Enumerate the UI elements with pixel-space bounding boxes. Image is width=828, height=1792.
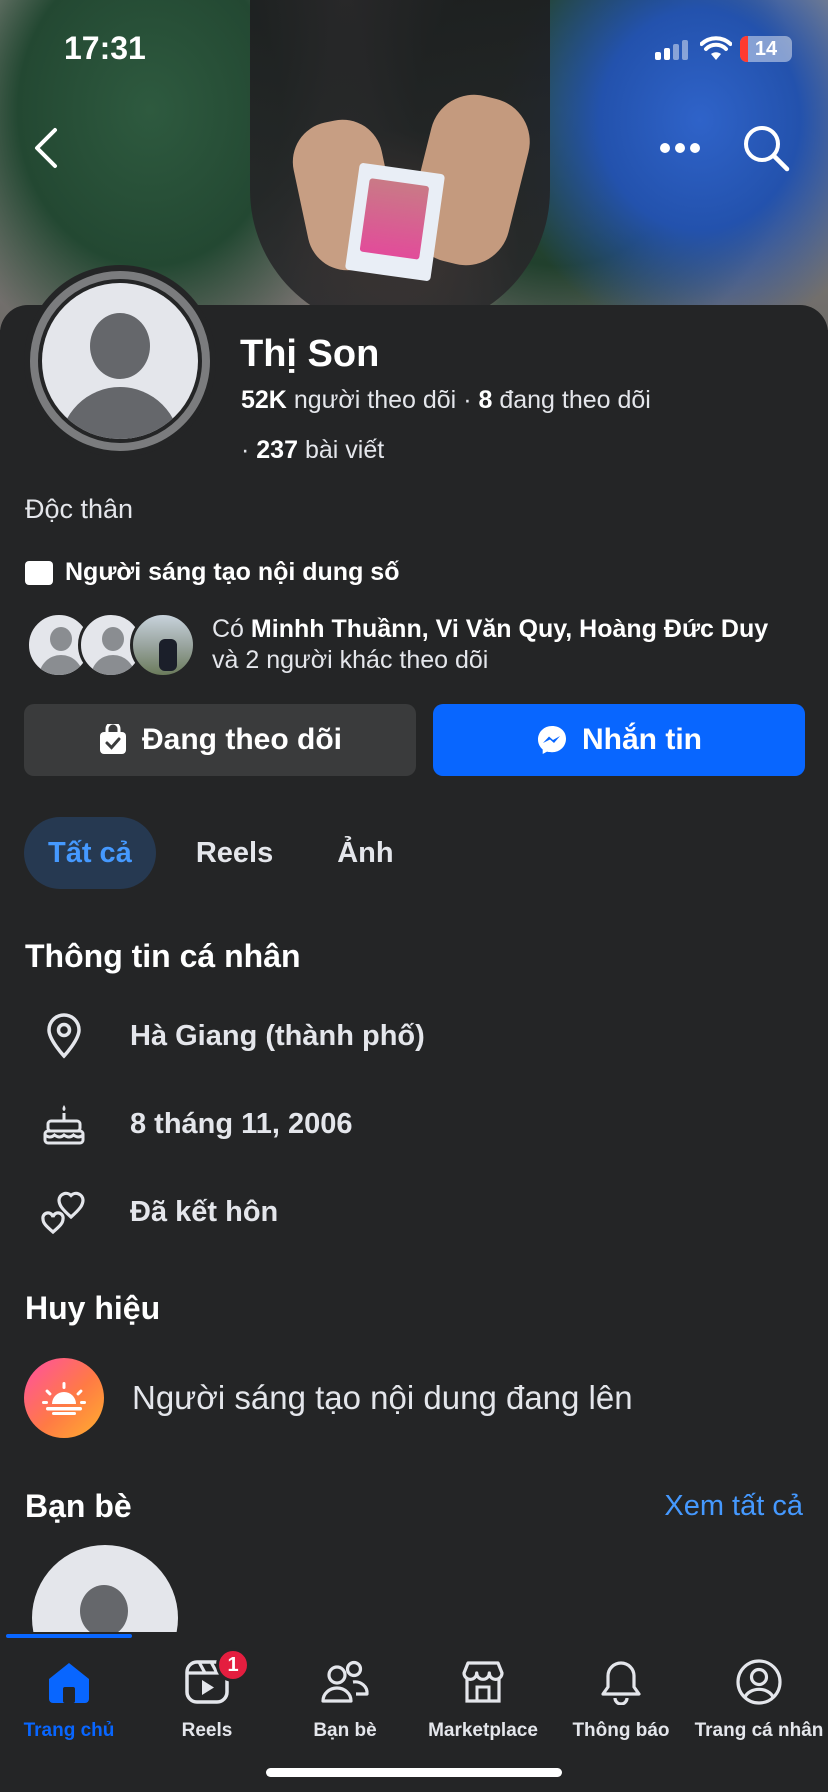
nav-friends-label: Bạn bè <box>313 1720 377 1741</box>
info-section-title: Thông tin cá nhân <box>25 938 301 974</box>
back-button[interactable] <box>18 120 74 176</box>
search-button[interactable] <box>738 120 794 176</box>
mutual-followers-text: Có Minhh Thuầnn, Vi Văn Quy, Hoàng Đức D… <box>212 615 769 674</box>
chevron-left-icon <box>35 128 57 168</box>
birthday-cake-icon <box>40 1100 88 1148</box>
location-pin-icon <box>40 1012 88 1060</box>
marketplace-store-icon <box>459 1654 507 1710</box>
following-count: 8 <box>478 386 493 414</box>
status-time: 17:31 <box>64 30 146 66</box>
nav-home-label: Trang chủ <box>23 1720 115 1741</box>
more-options-button[interactable] <box>652 120 708 176</box>
following-button[interactable]: Đang theo dõi <box>24 704 416 776</box>
posts-count: 237 <box>256 436 298 464</box>
home-indicator <box>266 1768 562 1777</box>
creator-label: Người sáng tạo nội dung số <box>65 558 400 586</box>
status-bar: 17:31 14 <box>0 0 828 100</box>
badges-section-title: Huy hiệu <box>25 1290 161 1326</box>
home-icon <box>45 1654 93 1710</box>
mutual-suffix: và 2 người khác theo dõi <box>212 646 489 674</box>
profile-avatar[interactable] <box>24 265 216 457</box>
profile-name: Thị Son <box>240 333 380 375</box>
mutual-names: Minhh Thuầnn, Vi Văn Quy, Hoàng Đức Duy <box>250 615 769 643</box>
friends-icon <box>320 1654 370 1710</box>
bell-icon <box>599 1654 643 1710</box>
clapperboard-icon <box>25 560 53 585</box>
relationship-text: Đã kết hôn <box>130 1195 279 1228</box>
tab-all[interactable]: Tất cả <box>24 817 156 889</box>
follow-stats[interactable]: 52K người theo dõi · 8 đang theo dõi <box>241 386 651 415</box>
post-stats: · 237 bài viết <box>241 436 385 464</box>
following-check-icon <box>100 724 126 754</box>
nav-friends[interactable]: Bạn bè <box>276 1654 414 1742</box>
info-relationship: Đã kết hôn <box>40 1182 800 1242</box>
mutual-followers[interactable]: Có Minhh Thuầnn, Vi Văn Quy, Hoàng Đức D… <box>26 612 816 678</box>
more-dots-icon <box>660 143 700 153</box>
cover-photo-print <box>344 162 446 282</box>
following-button-label: Đang theo dõi <box>142 723 342 756</box>
tab-reels[interactable]: Reels <box>172 817 297 889</box>
location-text: Hà Giang (thành phố) <box>130 1019 425 1052</box>
active-tab-indicator <box>6 1634 132 1638</box>
battery-level: 14 <box>754 38 778 60</box>
nav-home[interactable]: Trang chủ <box>0 1654 138 1742</box>
hearts-icon <box>40 1188 88 1236</box>
creator-category: Người sáng tạo nội dung số <box>25 558 399 587</box>
mutual-avatar <box>130 612 196 678</box>
birthday-text: 8 tháng 11, 2006 <box>130 1107 353 1140</box>
reels-icon: 1 <box>184 1648 250 1710</box>
info-birthday: 8 tháng 11, 2006 <box>40 1094 800 1154</box>
rising-creator-badge[interactable]: Người sáng tạo nội dung đang lên <box>24 1358 633 1438</box>
followers-label: người theo dõi <box>293 386 457 414</box>
profile-tabs: Tất cả Reels Ảnh <box>24 817 434 889</box>
see-all-friends-link[interactable]: Xem tất cả <box>664 1490 803 1523</box>
posts-label: bài viết <box>304 436 385 464</box>
nav-reels[interactable]: 1 Reels <box>138 1648 276 1742</box>
tab-photos[interactable]: Ảnh <box>313 817 417 889</box>
info-location: Hà Giang (thành phố) <box>40 1006 800 1066</box>
message-button[interactable]: Nhắn tin <box>433 704 805 776</box>
nav-notifications[interactable]: Thông báo <box>552 1654 690 1742</box>
nav-profile[interactable]: Trang cá nhân <box>690 1654 828 1742</box>
search-icon <box>744 126 790 172</box>
cellular-signal-icon <box>655 38 691 60</box>
messenger-icon <box>538 726 566 754</box>
message-button-label: Nhắn tin <box>582 723 702 756</box>
reels-notification-badge: 1 <box>216 1648 250 1682</box>
profile-circle-icon <box>735 1654 783 1710</box>
nav-notifications-label: Thông báo <box>572 1720 670 1741</box>
nav-marketplace[interactable]: Marketplace <box>414 1654 552 1742</box>
following-label: đang theo dõi <box>499 386 651 414</box>
friends-section-title: Bạn bè <box>25 1488 132 1524</box>
nav-reels-label: Reels <box>181 1720 233 1741</box>
followers-count: 52K <box>241 386 287 414</box>
nav-marketplace-label: Marketplace <box>428 1720 538 1741</box>
profile-bio: Độc thân <box>25 494 134 524</box>
wifi-icon <box>699 36 733 67</box>
battery-icon: 14 <box>740 36 792 62</box>
badge-label: Người sáng tạo nội dung đang lên <box>132 1379 633 1416</box>
nav-profile-label: Trang cá nhân <box>694 1720 824 1741</box>
sunrise-icon <box>24 1358 104 1438</box>
